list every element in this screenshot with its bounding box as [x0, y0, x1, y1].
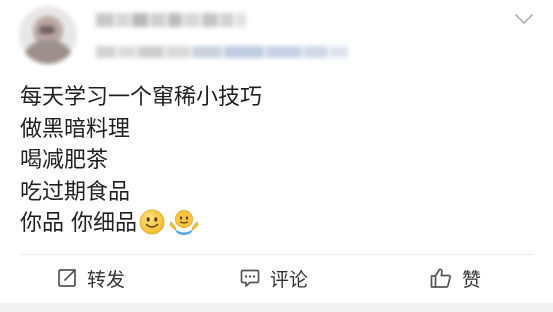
- post-line: 做黑暗料理: [20, 116, 131, 142]
- post-line: 每天学习一个窜稀小技巧: [20, 85, 263, 110]
- actions-divider: [20, 254, 533, 255]
- post-line-last: 你品 你细品: [20, 208, 520, 240]
- card-separator: [0, 303, 553, 312]
- username-obscured[interactable]: [96, 13, 246, 27]
- comment-label: 评论: [270, 268, 309, 291]
- comment-button[interactable]: 评论: [239, 262, 308, 294]
- comment-icon: [240, 269, 260, 287]
- post-meta-obscured: [96, 46, 348, 60]
- post-line-text: 你品 你细品: [20, 211, 137, 236]
- thumbs-up-icon: [430, 268, 451, 288]
- post-line: 吃过期食品: [20, 179, 131, 205]
- smile-emoji-icon: [139, 209, 165, 235]
- shrug-emoji-icon: [169, 210, 199, 235]
- chevron-down-icon[interactable]: [514, 12, 534, 26]
- repost-button[interactable]: 转发: [56, 262, 125, 294]
- like-label: 赞: [462, 268, 482, 291]
- weibo-post-card: 每天学习一个窜稀小技巧 做黑暗料理 喝减肥茶 吃过期食品 你品 你细品 转发 评…: [0, 0, 553, 303]
- like-button[interactable]: 赞: [429, 262, 481, 294]
- post-line: 喝减肥茶: [20, 148, 109, 173]
- user-avatar[interactable]: [19, 6, 77, 64]
- share-icon: [58, 269, 76, 287]
- post-content: 每天学习一个窜稀小技巧 做黑暗料理 喝减肥茶 吃过期食品 你品 你细品: [20, 82, 520, 240]
- repost-label: 转发: [87, 268, 126, 291]
